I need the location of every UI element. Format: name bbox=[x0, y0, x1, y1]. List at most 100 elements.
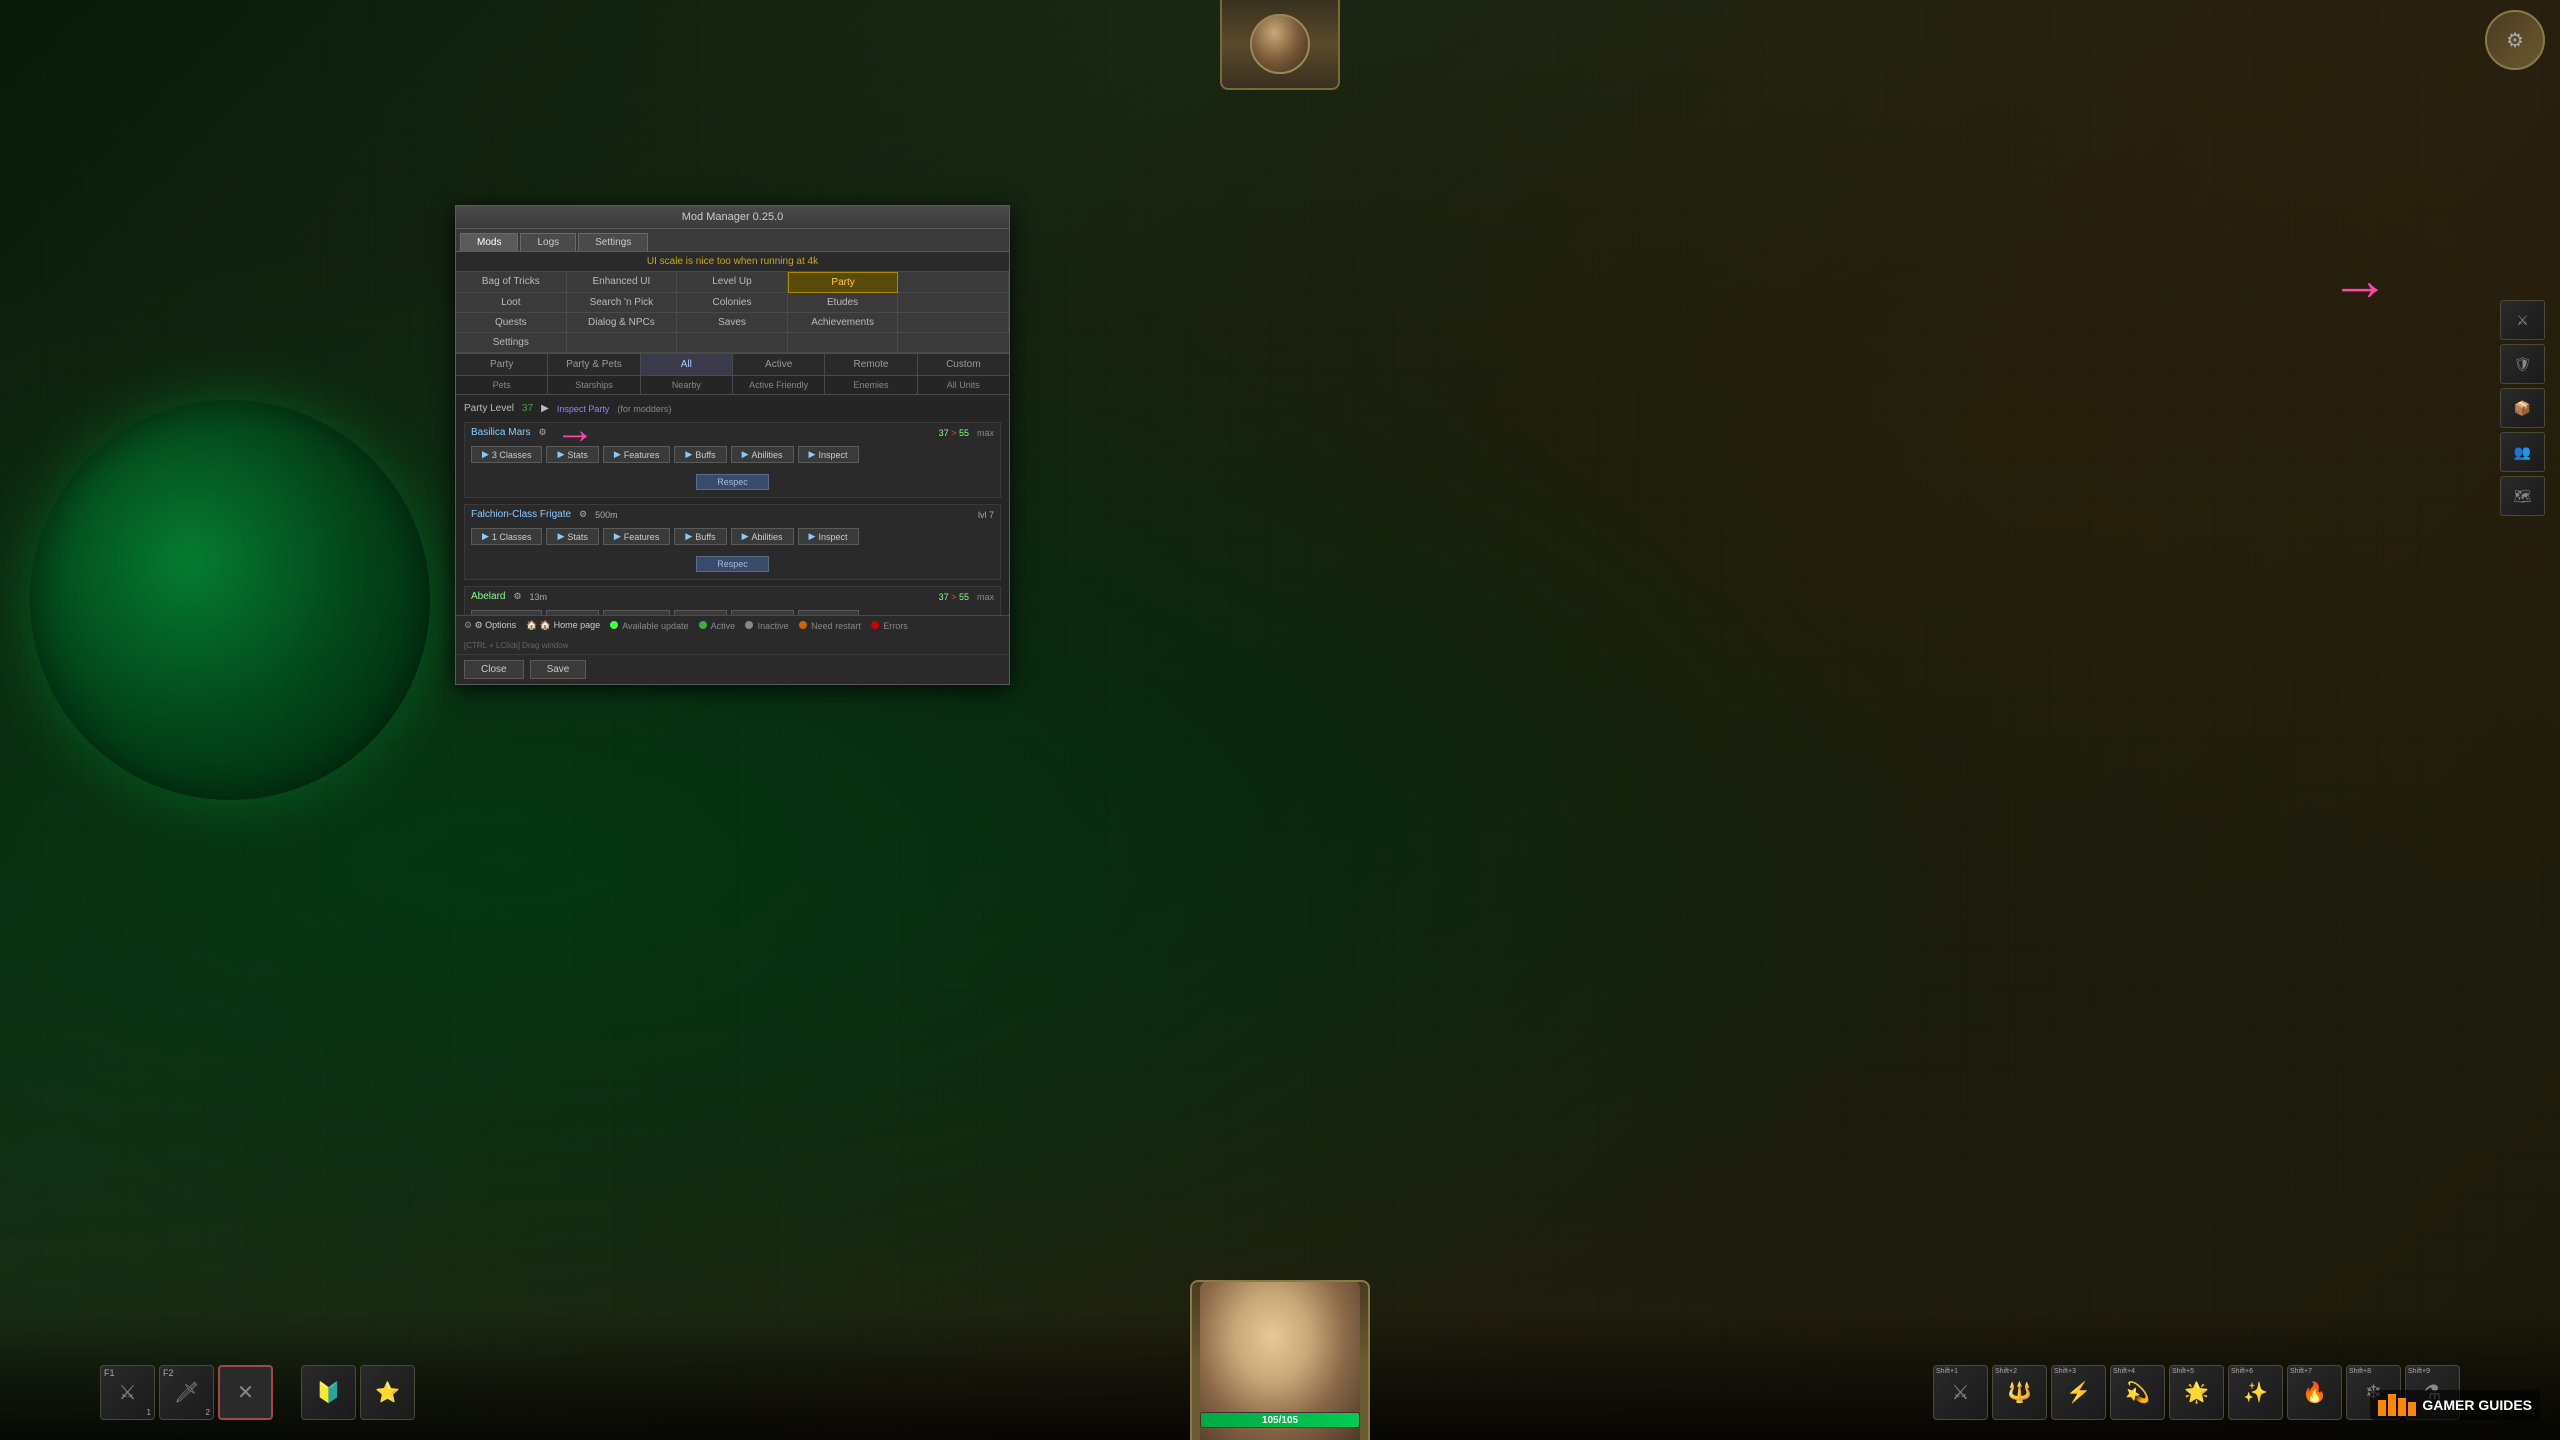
abelard-stats-btn[interactable]: ▶ Stats bbox=[546, 610, 598, 615]
action-slot-shift3[interactable]: Shift+3 ⚡ bbox=[2051, 1365, 2106, 1420]
falchion-inspect-btn[interactable]: ▶ Inspect bbox=[798, 528, 859, 545]
cat-quests[interactable]: Quests bbox=[456, 313, 567, 333]
char-level-falchion: lvl 7 bbox=[978, 510, 994, 520]
abelard-features-btn[interactable]: ▶ Features bbox=[603, 610, 670, 615]
save-button[interactable]: Save bbox=[530, 660, 587, 679]
subtab-nearby[interactable]: Nearby bbox=[641, 376, 733, 394]
subtab-friendly[interactable]: Active Friendly bbox=[733, 376, 825, 394]
filter-all[interactable]: All bbox=[641, 354, 733, 375]
abelard-inspect-btn[interactable]: ▶ Inspect bbox=[798, 610, 859, 615]
available-update-label: Available update bbox=[622, 621, 688, 631]
basilica-inspect-btn[interactable]: ▶ Inspect bbox=[798, 446, 859, 463]
tab-logs[interactable]: Logs bbox=[520, 233, 576, 251]
abelard-abilities-btn[interactable]: ▶ Abilities bbox=[731, 610, 794, 615]
cat-empty-5 bbox=[677, 333, 788, 353]
cat-empty-6 bbox=[788, 333, 899, 353]
cat-bag-of-tricks[interactable]: Bag of Tricks bbox=[456, 272, 567, 293]
subtab-starships[interactable]: Starships bbox=[548, 376, 640, 394]
basilica-features-btn[interactable]: ▶ Features bbox=[603, 446, 670, 463]
char-buttons-abelard: ▶ 3 Classes ▶ Stats ▶ Features ▶ Buffs ▶… bbox=[465, 606, 1000, 615]
falchion-buffs-btn[interactable]: ▶ Buffs bbox=[674, 528, 726, 545]
filter-party-pets[interactable]: Party & Pets bbox=[548, 354, 640, 375]
char-max-basilica: max bbox=[977, 428, 994, 438]
cat-achievements[interactable]: Achievements bbox=[788, 313, 899, 333]
filter-remote[interactable]: Remote bbox=[825, 354, 917, 375]
side-buttons-panel: ⚔ 🛡 📦 👥 🗺 bbox=[2500, 300, 2545, 516]
action-slot-shift5[interactable]: Shift+5 🌟 bbox=[2169, 1365, 2224, 1420]
abelard-classes-btn[interactable]: ▶ 3 Classes bbox=[471, 610, 542, 615]
side-btn-4[interactable]: 👥 bbox=[2500, 432, 2545, 472]
char-header-falchion: Falchion-Class Frigate ⚙ 500m lvl 7 bbox=[465, 505, 1000, 524]
falchion-abilities-btn[interactable]: ▶ Abilities bbox=[731, 528, 794, 545]
basilica-classes-btn[interactable]: ▶ 3 Classes bbox=[471, 446, 542, 463]
cat-saves[interactable]: Saves bbox=[677, 313, 788, 333]
action-slot-2[interactable]: F2 🗡 2 bbox=[159, 1365, 214, 1420]
cat-party[interactable]: Party bbox=[788, 272, 899, 293]
side-btn-5[interactable]: 🗺 bbox=[2500, 476, 2545, 516]
action-slot-shift1[interactable]: Shift+1 ⚔ bbox=[1933, 1365, 1988, 1420]
side-btn-2[interactable]: 🛡 bbox=[2500, 344, 2545, 384]
cat-colonies[interactable]: Colonies bbox=[677, 293, 788, 313]
cat-dialog-npcs[interactable]: Dialog & NPCs bbox=[567, 313, 678, 333]
tab-settings[interactable]: Settings bbox=[578, 233, 648, 251]
mod-content-area: Party Level 37 ▶ Inspect Party (for modd… bbox=[456, 395, 1009, 615]
falchion-features-btn[interactable]: ▶ Features bbox=[603, 528, 670, 545]
dialog-titlebar: Mod Manager 0.25.0 bbox=[456, 206, 1009, 229]
basilica-abilities-btn[interactable]: ▶ Abilities bbox=[731, 446, 794, 463]
cat-enhanced-ui[interactable]: Enhanced UI bbox=[567, 272, 678, 293]
subtab-pets[interactable]: Pets bbox=[456, 376, 548, 394]
close-button[interactable]: Close bbox=[464, 660, 524, 679]
falchion-respec-btn[interactable]: Respec bbox=[696, 556, 769, 572]
cat-level-up[interactable]: Level Up bbox=[677, 272, 788, 293]
gamer-guides-logo: GAMER GUIDES bbox=[2370, 1390, 2540, 1420]
action-slot-5[interactable]: ⭐ bbox=[360, 1365, 415, 1420]
char-name-abelard[interactable]: Abelard bbox=[471, 591, 505, 602]
cat-empty-1 bbox=[898, 272, 1009, 293]
action-slot-4[interactable]: 🔰 bbox=[301, 1365, 356, 1420]
party-level-label: Party Level bbox=[464, 403, 514, 414]
filter-active[interactable]: Active bbox=[733, 354, 825, 375]
cat-loot[interactable]: Loot bbox=[456, 293, 567, 313]
falchion-classes-btn[interactable]: ▶ 1 Classes bbox=[471, 528, 542, 545]
char-icon-falchion: ⚙ bbox=[579, 509, 587, 520]
action-slot-shift2[interactable]: Shift+2 🔱 bbox=[1992, 1365, 2047, 1420]
errors-label: Errors bbox=[883, 621, 908, 631]
side-btn-3[interactable]: 📦 bbox=[2500, 388, 2545, 428]
char-level-abelard: 37 > 55 bbox=[939, 592, 969, 602]
home-page-btn[interactable]: 🏠 🏠 Home page bbox=[526, 620, 600, 631]
falchion-stats-btn[interactable]: ▶ Stats bbox=[546, 528, 598, 545]
char-entry-basilica-mars: Basilica Mars ⚙ 37 > 55 max ▶ 3 Classes … bbox=[464, 422, 1001, 498]
cat-settings[interactable]: Settings bbox=[456, 333, 567, 353]
basilica-buffs-btn[interactable]: ▶ Buffs bbox=[674, 446, 726, 463]
tab-mods[interactable]: Mods bbox=[460, 233, 518, 251]
action-slot-3[interactable]: ✕ bbox=[218, 1365, 273, 1420]
char-buttons-basilica: ▶ 3 Classes ▶ Stats ▶ Features ▶ Buffs ▶… bbox=[465, 442, 1000, 467]
abelard-buffs-btn[interactable]: ▶ Buffs bbox=[674, 610, 726, 615]
basilica-stats-btn[interactable]: ▶ Stats bbox=[546, 446, 598, 463]
gg-bar-4 bbox=[2408, 1402, 2416, 1416]
planet-globe bbox=[30, 400, 430, 800]
action-slot-1[interactable]: F1 ⚔ 1 bbox=[100, 1365, 155, 1420]
subtab-enemies[interactable]: Enemies bbox=[825, 376, 917, 394]
footer-button-row: Close Save bbox=[456, 654, 1009, 684]
cat-etudes[interactable]: Etudes bbox=[788, 293, 899, 313]
side-btn-1[interactable]: ⚔ bbox=[2500, 300, 2545, 340]
action-bar-left: F1 ⚔ 1 F2 🗡 2 ✕ 🔰 ⭐ bbox=[100, 1365, 415, 1420]
char-name-basilica[interactable]: Basilica Mars bbox=[471, 427, 530, 438]
inspect-party-link[interactable]: Inspect Party bbox=[557, 404, 610, 414]
filter-party[interactable]: Party bbox=[456, 354, 548, 375]
subtab-all-units[interactable]: All Units bbox=[918, 376, 1009, 394]
action-slot-shift4[interactable]: Shift+4 💫 bbox=[2110, 1365, 2165, 1420]
filter-custom[interactable]: Custom bbox=[918, 354, 1009, 375]
cat-empty-7 bbox=[898, 333, 1009, 353]
char-entry-falchion: Falchion-Class Frigate ⚙ 500m lvl 7 ▶ 1 … bbox=[464, 504, 1001, 580]
options-btn[interactable]: ⚙ ⚙ Options bbox=[464, 620, 516, 631]
char-buttons-falchion: ▶ 1 Classes ▶ Stats ▶ Features ▶ Buffs ▶… bbox=[465, 524, 1000, 549]
action-slot-shift6[interactable]: Shift+6 ✨ bbox=[2228, 1365, 2283, 1420]
health-text: 105/105 bbox=[1201, 1413, 1359, 1427]
basilica-respec-btn[interactable]: Respec bbox=[696, 474, 769, 490]
cat-search-pick[interactable]: Search 'n Pick bbox=[567, 293, 678, 313]
char-name-falchion[interactable]: Falchion-Class Frigate bbox=[471, 509, 571, 520]
cat-empty-4 bbox=[567, 333, 678, 353]
action-slot-shift7[interactable]: Shift+7 🔥 bbox=[2287, 1365, 2342, 1420]
